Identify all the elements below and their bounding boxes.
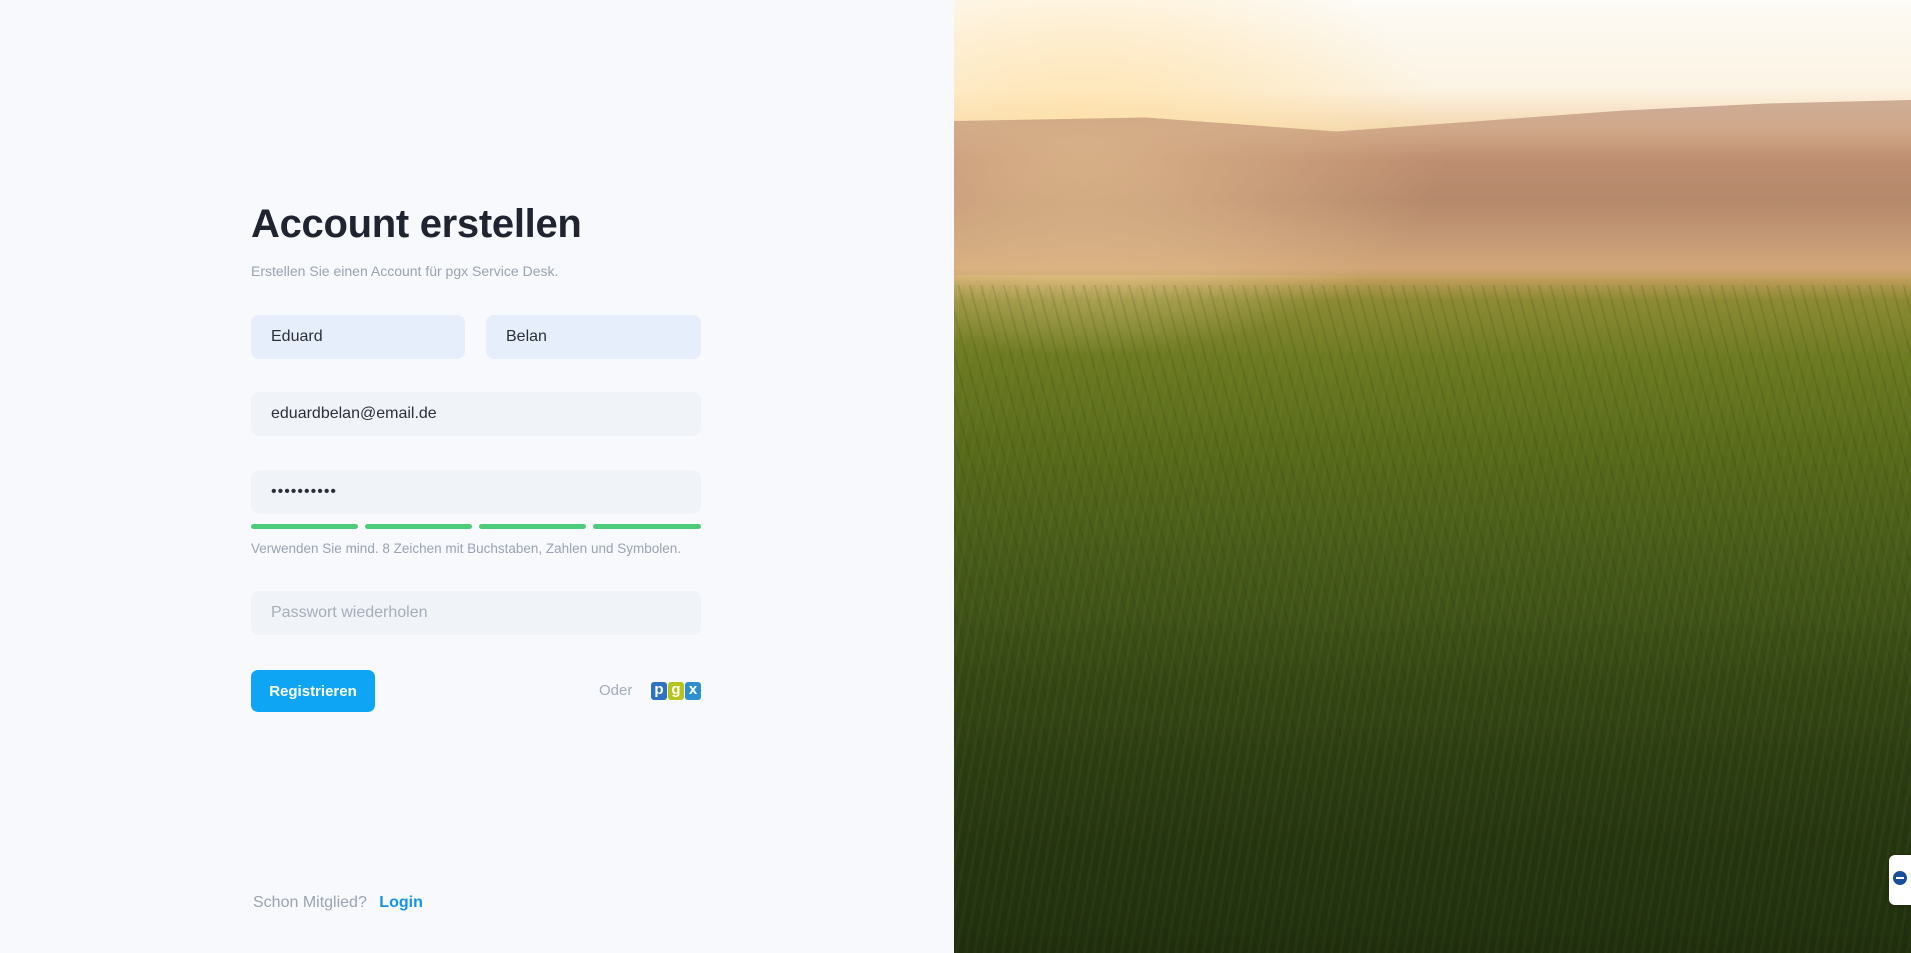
strength-segment [479, 524, 586, 529]
password-hint: Verwenden Sie mind. 8 Zeichen mit Buchst… [251, 541, 682, 556]
strength-segment [251, 524, 358, 529]
signup-panel: Account erstellen Erstellen Sie einen Ac… [0, 0, 954, 953]
hills-shape [954, 100, 1911, 275]
page-subtitle: Erstellen Sie einen Account für pgx Serv… [251, 263, 559, 279]
pgx-logo-g: g [668, 682, 684, 700]
last-name-input[interactable] [486, 315, 701, 359]
pgx-logo-p: p [651, 682, 667, 700]
hero-image [954, 0, 1911, 953]
page-title: Account erstellen [251, 202, 582, 246]
member-question: Schon Mitglied? [253, 894, 367, 911]
grass-shade [954, 600, 1911, 953]
pgx-logo-icon[interactable]: p g x [651, 682, 701, 700]
or-label: Oder [599, 682, 633, 699]
email-input[interactable] [251, 392, 701, 436]
first-name-input[interactable] [251, 315, 465, 359]
password-strength-meter [251, 524, 701, 529]
signin-prompt: Schon Mitglied? Login [253, 894, 423, 912]
strength-segment [365, 524, 472, 529]
support-widget-tab[interactable] [1889, 855, 1911, 905]
password-input[interactable] [251, 470, 701, 514]
password-repeat-input[interactable] [251, 591, 701, 635]
pgx-logo-x: x [685, 682, 701, 700]
register-button[interactable]: Registrieren [251, 670, 375, 712]
login-link[interactable]: Login [379, 894, 423, 911]
chat-icon [1893, 871, 1907, 885]
strength-segment [593, 524, 701, 529]
